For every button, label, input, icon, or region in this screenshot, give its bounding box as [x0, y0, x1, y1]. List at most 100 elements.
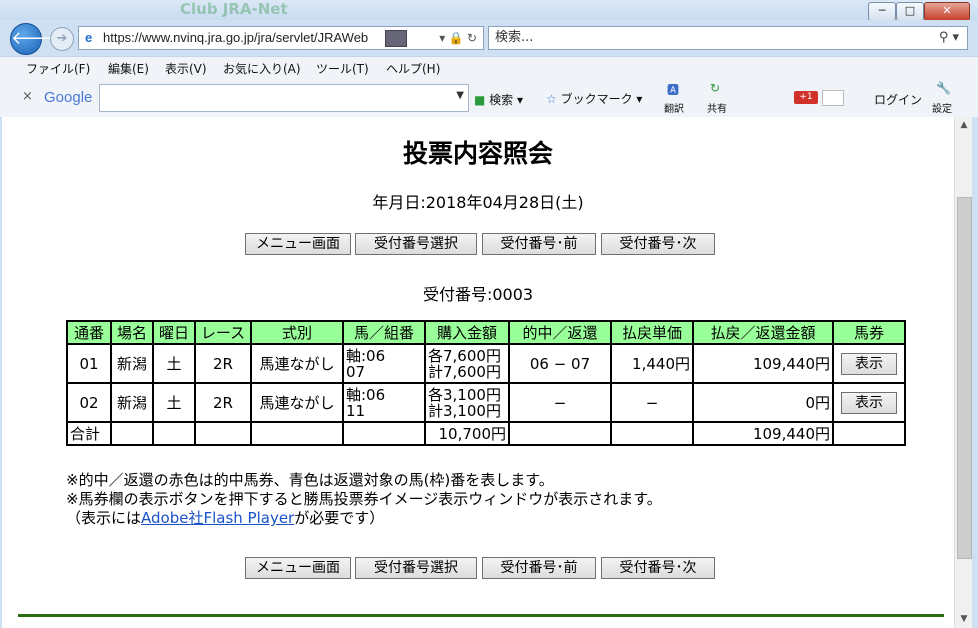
amount-total: 計3,100円 — [428, 401, 501, 420]
translate-icon[interactable]: 🅰 — [667, 81, 679, 98]
close-toolbar-icon[interactable]: × — [22, 89, 33, 104]
table-total-row: 合計 10,700円 109,440円 — [66, 421, 906, 446]
bookmark-label: ブックマーク — [560, 92, 633, 106]
maximize-button[interactable]: □ — [896, 2, 924, 21]
cell-hit: 06 − 07 — [508, 343, 612, 384]
receipt-select-button[interactable]: 受付番号選択 — [355, 557, 477, 579]
receipt-next-button[interactable]: 受付番号･次 — [601, 557, 715, 579]
window-ghost-title: Club JRA-Net — [180, 0, 288, 18]
cell-day: 土 — [152, 382, 196, 423]
col-header: 馬券 — [832, 320, 906, 345]
menu-help[interactable]: ヘルプ(H) — [386, 60, 440, 77]
cell-no: 01 — [66, 343, 112, 384]
site-thumbnail-icon — [385, 30, 407, 47]
cell-bet-type: 馬連ながし — [250, 382, 344, 423]
cell-ticket: 表示 — [832, 382, 906, 423]
note-line-3: （表示にはAdobe社Flash Playerが必要です） — [66, 509, 662, 528]
note-line-3-pre: （表示には — [66, 509, 142, 527]
cell-empty — [610, 421, 694, 446]
receipt-prev-button[interactable]: 受付番号･前 — [482, 557, 596, 579]
col-header: 通番 — [66, 320, 112, 345]
scroll-thumb[interactable] — [957, 197, 972, 559]
notes: ※的中／返還の赤色は的中馬券、青色は返還対象の馬(枠)番を表します。 ※馬券欄の… — [66, 471, 662, 528]
address-controls[interactable]: ▾ 🔒 ↻ — [439, 27, 477, 49]
settings-label[interactable]: 設定 — [932, 100, 952, 115]
cell-empty — [194, 421, 252, 446]
google-search-input[interactable]: ▼ — [99, 84, 469, 112]
receipt-select-button[interactable]: 受付番号選択 — [355, 233, 477, 255]
menu-edit[interactable]: 編集(E) — [108, 60, 149, 77]
cell-hit: − — [508, 382, 612, 423]
gplus-counter — [822, 90, 844, 106]
col-header: 馬／組番 — [342, 320, 426, 345]
address-bar[interactable]: e https://www.nvinq.jra.go.jp/jra/servlet… — [78, 26, 484, 50]
cell-empty — [508, 421, 612, 446]
table-row: 01 新潟 土 2R 馬連ながし 軸:06 07 各7,600円 計7,600円 0… — [66, 343, 906, 384]
menu-screen-button[interactable]: メニュー画面 — [245, 557, 351, 579]
cell-venue: 新潟 — [110, 343, 154, 384]
col-header: 的中／返還 — [508, 320, 612, 345]
wrench-icon[interactable]: 🔧 — [936, 81, 951, 95]
cell-empty — [832, 421, 906, 446]
scroll-up-icon[interactable]: ▲ — [955, 117, 973, 134]
cell-race: 2R — [194, 343, 252, 384]
table-header-row: 通番 場名 曜日 レース 式別 馬／組番 購入金額 的中／返還 払戻単価 払戻／… — [66, 320, 906, 345]
show-ticket-button[interactable]: 表示 — [841, 352, 897, 375]
google-icon: ■ — [474, 93, 486, 107]
menu-file[interactable]: ファイル(F) — [26, 60, 90, 77]
google-search-label: 検索 — [489, 93, 514, 107]
amount-each: 各7,600円 — [428, 346, 501, 365]
address-url: https://www.nvinq.jra.go.jp/jra/servlet/… — [103, 30, 369, 45]
cell-venue: 新潟 — [110, 382, 154, 423]
bets-table: 通番 場名 曜日 レース 式別 馬／組番 購入金額 的中／返還 払戻単価 払戻／… — [66, 320, 906, 446]
combo-axis: 軸:06 — [346, 346, 386, 365]
arrow-right-icon: ➔ — [56, 31, 68, 46]
google-logo: Google — [44, 89, 93, 106]
login-link[interactable]: ログイン — [874, 91, 922, 108]
dropdown-icon[interactable]: ▾ — [439, 31, 445, 45]
cell-bet-type: 馬連ながし — [250, 343, 344, 384]
col-header: 払戻／返還金額 — [692, 320, 834, 345]
receipt-prev-button[interactable]: 受付番号･前 — [482, 233, 596, 255]
forward-button[interactable]: ➔ — [50, 27, 74, 51]
cell-day: 土 — [152, 343, 196, 384]
cell-payout: 0円 — [692, 382, 834, 423]
minimize-button[interactable]: ─ — [868, 2, 896, 21]
note-line-3-post: が必要です） — [294, 509, 385, 527]
scroll-down-icon[interactable]: ▼ — [955, 611, 973, 628]
flash-player-link[interactable]: Adobe社Flash Player — [141, 509, 294, 527]
search-icon[interactable]: ⚲ ▾ — [939, 27, 959, 49]
share-icon[interactable]: ↻ — [710, 81, 720, 95]
cell-empty — [152, 421, 196, 446]
menu-tools[interactable]: ツール(T) — [316, 60, 369, 77]
col-header: 購入金額 — [424, 320, 510, 345]
col-header: 曜日 — [152, 320, 196, 345]
share-label[interactable]: 共有 — [707, 100, 727, 115]
chevron-down-icon[interactable]: ▼ — [456, 90, 464, 101]
lock-icon[interactable]: 🔒 — [449, 31, 464, 45]
window-frame — [972, 117, 978, 628]
bookmark-button[interactable]: ☆ ブックマーク ▾ — [546, 90, 642, 107]
browser-search-box[interactable]: 検索... ⚲ ▾ — [488, 26, 968, 50]
show-ticket-button[interactable]: 表示 — [841, 391, 897, 414]
address-row: 🡐 ➔ e https://www.nvinq.jra.go.jp/jra/ser… — [0, 20, 978, 56]
gplus-button[interactable]: +1 — [794, 91, 818, 104]
menu-screen-button[interactable]: メニュー画面 — [245, 233, 351, 255]
translate-label[interactable]: 翻訳 — [664, 100, 684, 115]
nav-buttons-bottom: メニュー画面 受付番号選択 受付番号･前 受付番号･次 — [245, 557, 715, 579]
back-button[interactable]: 🡐 — [10, 23, 59, 55]
receipt-next-button[interactable]: 受付番号･次 — [601, 233, 715, 255]
refresh-icon[interactable]: ↻ — [467, 31, 477, 45]
nav-buttons-top: メニュー画面 受付番号選択 受付番号･前 受付番号･次 — [245, 233, 715, 255]
close-window-button[interactable]: ✕ — [924, 2, 970, 21]
cell-no: 02 — [66, 382, 112, 423]
col-header: レース — [194, 320, 252, 345]
col-header: 場名 — [110, 320, 154, 345]
combo-partner: 11 — [346, 401, 366, 420]
menu-favorites[interactable]: お気に入り(A) — [223, 60, 301, 77]
vertical-scrollbar[interactable]: ▲ ▼ — [954, 117, 973, 628]
cell-total-amount: 10,700円 — [424, 421, 510, 446]
menu-view[interactable]: 表示(V) — [165, 60, 207, 77]
google-search-button[interactable]: ■ 検索 ▾ — [474, 91, 523, 108]
cell-amount: 各7,600円 計7,600円 — [424, 343, 510, 384]
